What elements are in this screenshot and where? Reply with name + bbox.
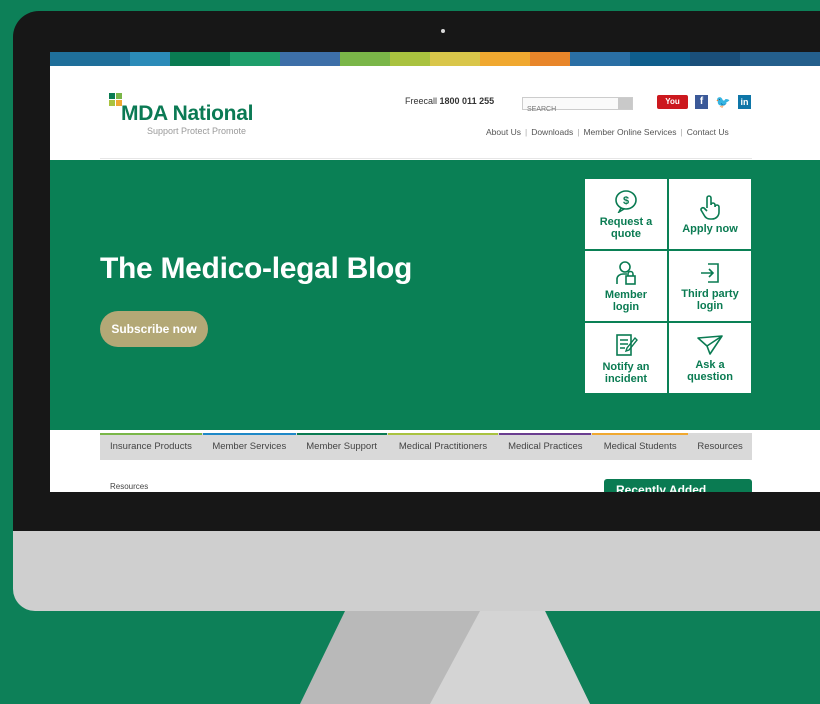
member-lock-icon	[616, 260, 636, 285]
dollar-icon: $	[615, 189, 637, 213]
tile-request-quote[interactable]: $ Request a quote	[585, 179, 667, 249]
tile-label: incident	[604, 372, 648, 385]
nav-resources[interactable]: Resources	[689, 433, 751, 460]
monitor-stand	[300, 611, 590, 704]
logo-tagline: Support Protect Promote	[147, 126, 247, 136]
tile-label: Apply now	[682, 222, 738, 235]
link-member-online-services[interactable]: Member Online Services	[583, 127, 676, 137]
tile-label: Member	[604, 288, 648, 301]
header-divider	[100, 158, 752, 159]
freecall-number[interactable]: 1800 011 255	[440, 96, 495, 106]
subscribe-button[interactable]: Subscribe now	[100, 311, 208, 347]
tile-label: Notify an	[602, 360, 650, 373]
nav-medical-students[interactable]: Medical Students	[592, 433, 689, 460]
tile-label: Request a	[599, 215, 653, 228]
main-navigation: Insurance Products Member Services Membe…	[50, 430, 820, 470]
nav-member-support[interactable]: Member Support	[296, 433, 387, 460]
logo-name[interactable]: MDA National	[121, 102, 253, 126]
quick-links-grid: $ Request a quote Apply now Member login…	[585, 179, 753, 393]
search-button[interactable]	[618, 98, 632, 109]
tile-label: quote	[611, 227, 641, 240]
link-downloads[interactable]: Downloads	[531, 127, 573, 137]
nav-insurance-products[interactable]: Insurance Products	[100, 433, 202, 460]
link-contact-us[interactable]: Contact Us	[687, 127, 729, 137]
monitor-chin	[13, 531, 820, 611]
search-input[interactable]	[523, 104, 623, 115]
tile-label: Ask a	[695, 358, 725, 371]
tile-apply-now[interactable]: Apply now	[669, 179, 751, 249]
tile-notify-incident[interactable]: Notify an incident	[585, 323, 667, 393]
page-title: The Medico-legal Blog	[100, 252, 413, 285]
nav-bar: Insurance Products Member Services Membe…	[100, 433, 752, 460]
brand-color-bar	[50, 52, 820, 66]
browser-screen: MDA National Support Protect Promote Fre…	[50, 52, 820, 492]
tile-label: login	[696, 299, 724, 312]
search-box	[522, 97, 633, 115]
link-about-us[interactable]: About Us	[486, 127, 521, 137]
webcam-dot	[441, 29, 445, 33]
tile-ask-question[interactable]: Ask a question	[669, 323, 751, 393]
breadcrumb[interactable]: Resources	[110, 482, 148, 491]
top-links: About Us | Downloads | Member Online Service…	[486, 127, 729, 137]
tile-label: login	[612, 300, 640, 313]
nav-member-services[interactable]: Member Services	[202, 433, 296, 460]
tile-label: question	[687, 370, 733, 383]
recently-added-heading: Recently Added	[604, 479, 752, 492]
paper-plane-icon	[697, 334, 723, 355]
freecall-phone: Freecall 1800 011 255	[405, 96, 494, 106]
linkedin-icon[interactable]: in	[738, 95, 751, 109]
link-separator: |	[524, 127, 528, 137]
svg-text:$: $	[623, 195, 629, 207]
twitter-icon[interactable]: 🐦	[715, 95, 731, 109]
pointer-hand-icon	[700, 194, 720, 220]
link-separator: |	[680, 127, 683, 137]
freecall-label: Freecall	[405, 96, 438, 106]
youtube-icon[interactable]: You Tube	[657, 95, 688, 120]
tile-label: Third party	[681, 287, 739, 300]
site-header: MDA National Support Protect Promote Fre…	[50, 66, 820, 160]
login-arrow-icon	[701, 262, 719, 283]
facebook-icon[interactable]: f	[695, 95, 708, 109]
nav-medical-practices[interactable]: Medical Practices	[499, 433, 592, 460]
tile-member-login[interactable]: Member login	[585, 251, 667, 321]
nav-medical-practitioners[interactable]: Medical Practitioners	[387, 433, 499, 460]
tile-third-party-login[interactable]: Third party login	[669, 251, 751, 321]
link-separator: |	[577, 127, 580, 137]
hero-banner: The Medico-legal Blog Subscribe now $ Re…	[50, 160, 820, 430]
clipboard-pen-icon	[616, 333, 638, 356]
